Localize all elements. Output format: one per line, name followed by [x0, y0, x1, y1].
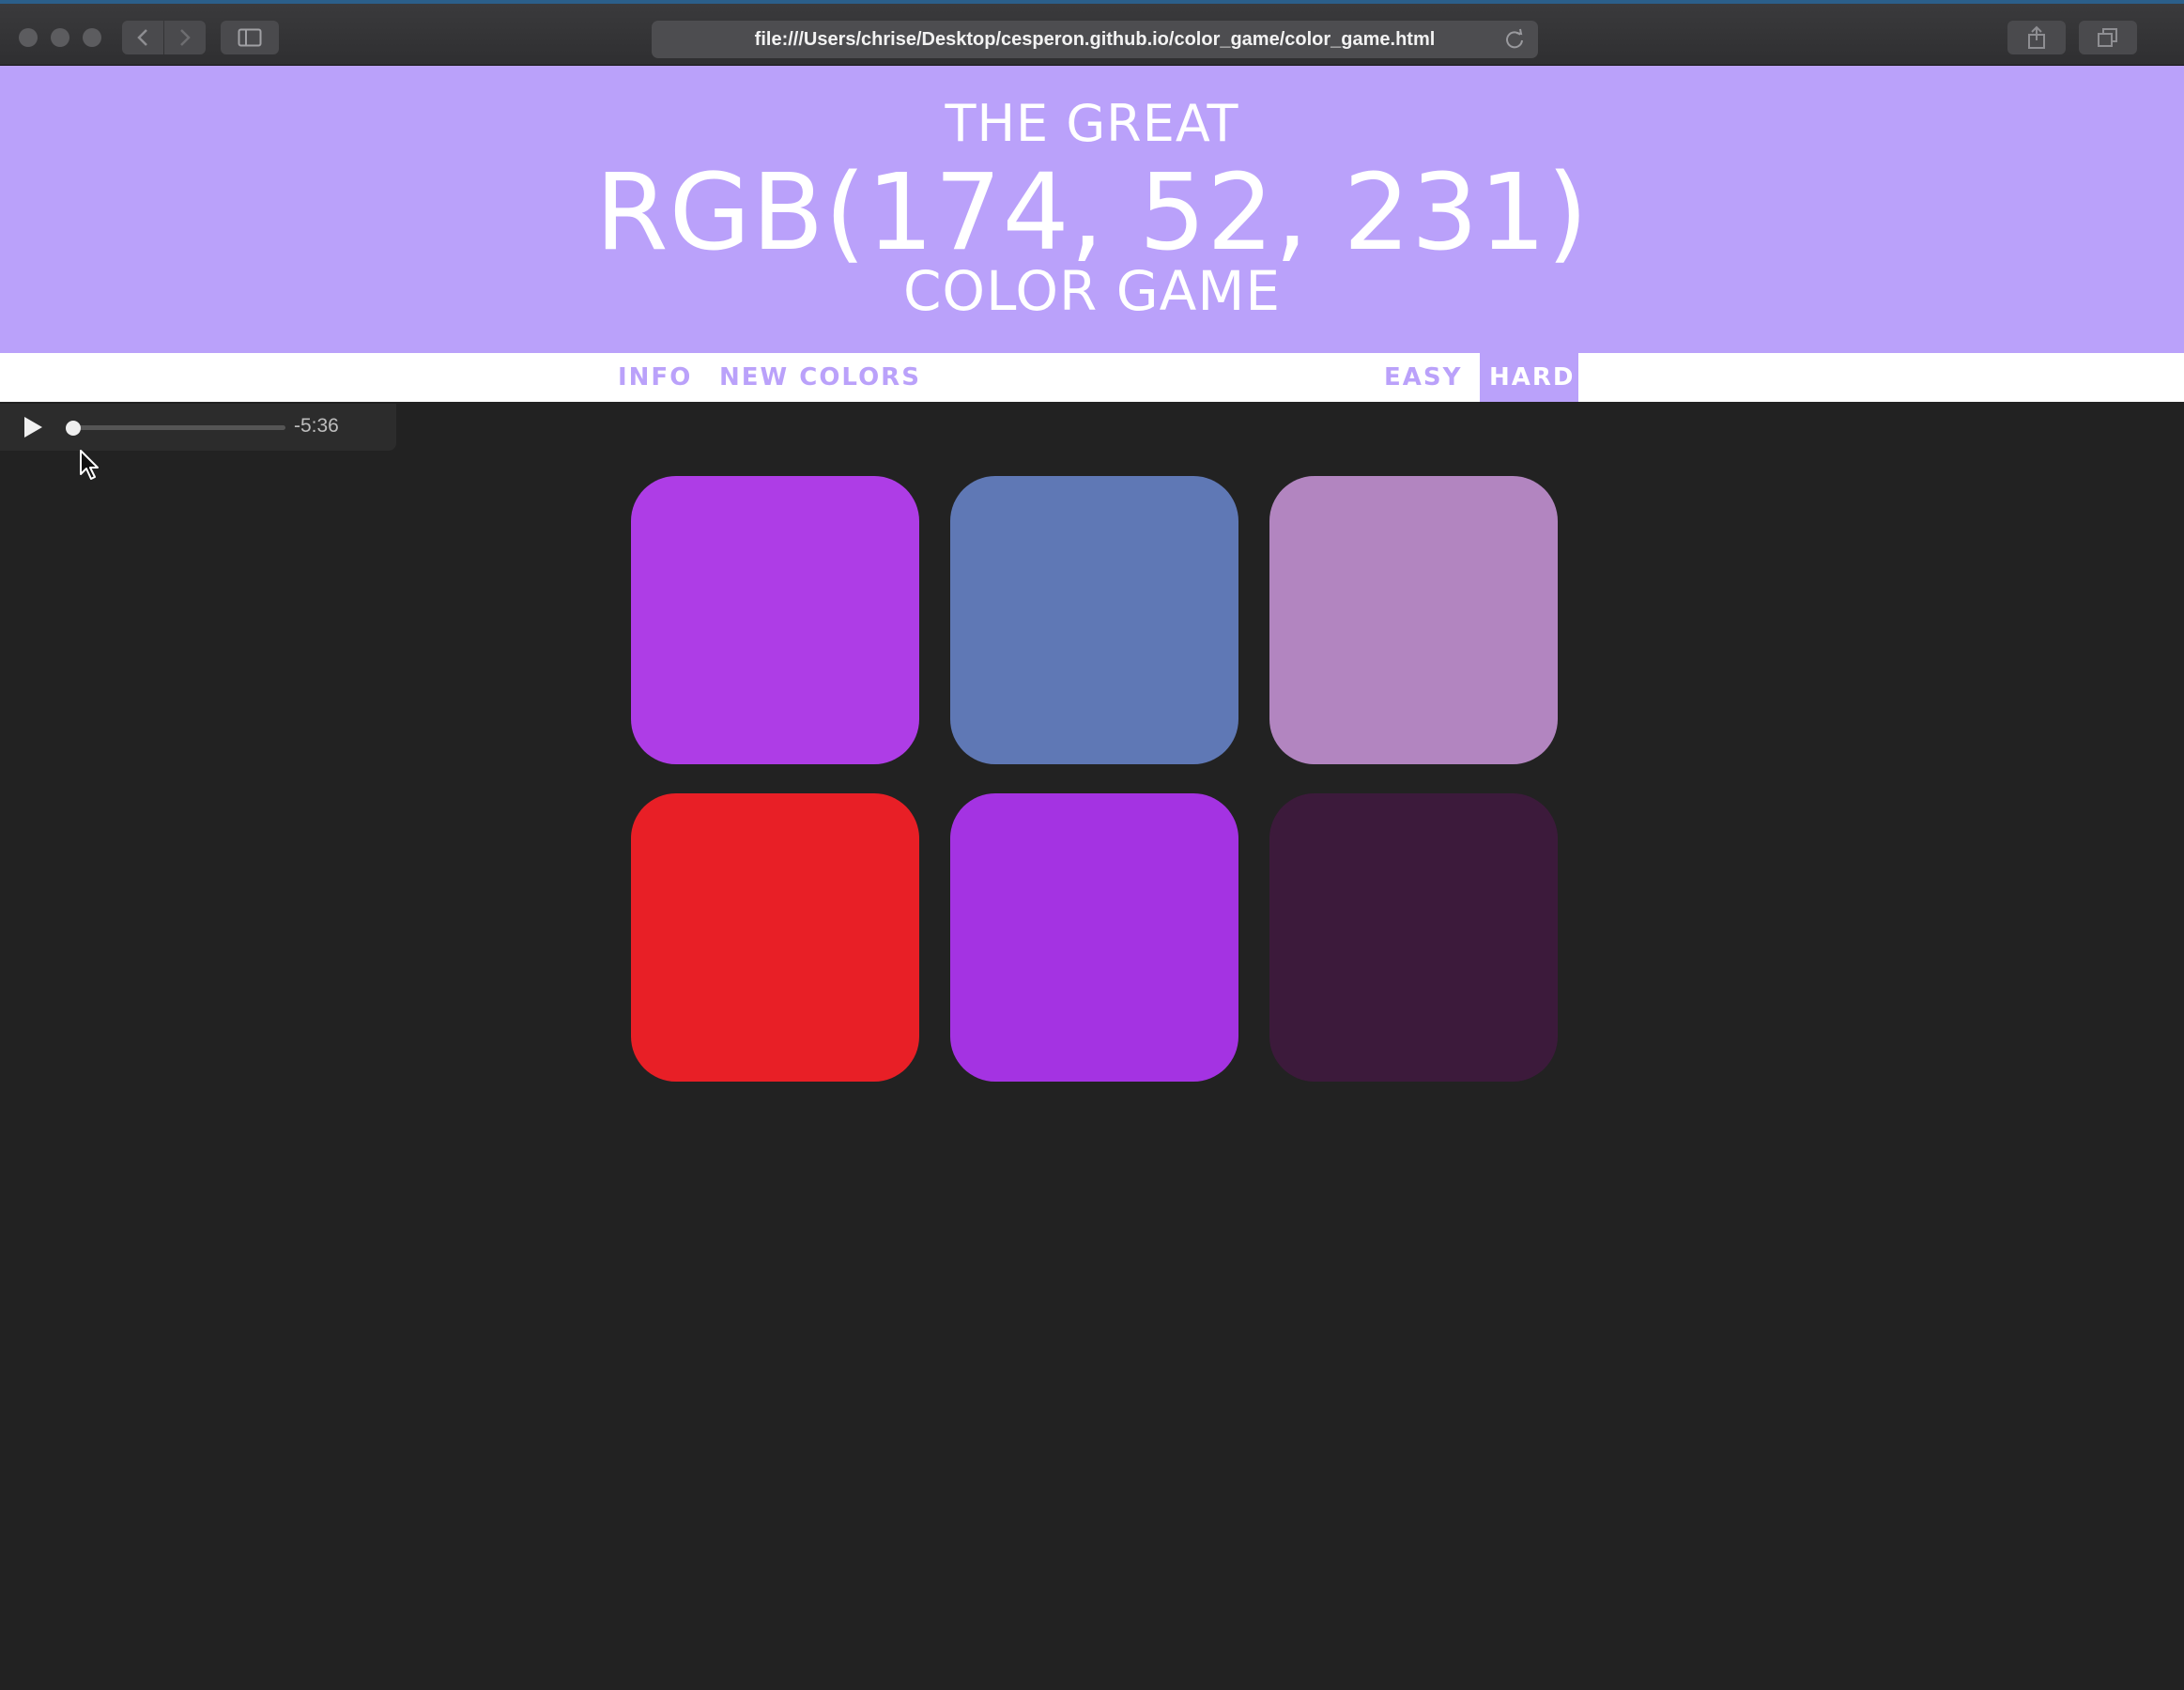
controls-stripe: INFO NEW COLORS EASY HARD	[0, 353, 2184, 402]
browser-toolbar: file:///Users/chrise/Desktop/cesperon.gi…	[0, 0, 2184, 66]
forward-button[interactable]	[164, 21, 206, 54]
color-square[interactable]	[950, 476, 1238, 764]
mouse-cursor-icon	[80, 450, 99, 480]
tabs-icon	[2098, 28, 2117, 47]
chevron-left-icon	[137, 29, 147, 46]
chevron-right-icon	[180, 29, 191, 46]
share-icon	[2028, 25, 2045, 49]
rgb-display: RGB(174, 52, 231)	[594, 152, 1590, 274]
play-icon[interactable]	[23, 416, 43, 438]
header-line3: COLOR GAME	[902, 259, 1282, 323]
easy-mode-button[interactable]: EASY	[1373, 353, 1473, 402]
address-bar[interactable]: file:///Users/chrise/Desktop/cesperon.gi…	[652, 21, 1538, 58]
color-square[interactable]	[631, 793, 919, 1082]
header-line1: THE GREAT	[945, 94, 1239, 153]
browser-window: file:///Users/chrise/Desktop/cesperon.gi…	[0, 0, 2184, 1690]
game-header: THE GREAT RGB(174, 52, 231) COLOR GAME	[0, 66, 2184, 353]
color-square[interactable]	[1269, 476, 1558, 764]
new-colors-button[interactable]: NEW COLORS	[708, 353, 932, 402]
audio-progress-track[interactable]	[71, 425, 285, 430]
reload-icon[interactable]	[1504, 28, 1525, 51]
color-square[interactable]	[631, 476, 919, 764]
color-square[interactable]	[950, 793, 1238, 1082]
info-button[interactable]: INFO	[607, 353, 703, 402]
audio-progress-knob[interactable]	[66, 421, 81, 436]
audio-player: -5:36	[0, 404, 396, 451]
close-window-button[interactable]	[19, 28, 38, 47]
minimize-window-button[interactable]	[51, 28, 69, 47]
url-text: file:///Users/chrise/Desktop/cesperon.gi…	[754, 28, 1436, 50]
color-square[interactable]	[1269, 793, 1558, 1082]
back-button[interactable]	[122, 21, 163, 54]
sidebar-toggle-button[interactable]	[221, 21, 279, 54]
audio-time-remaining: -5:36	[294, 415, 339, 437]
color-squares-grid	[631, 476, 1558, 1082]
hard-mode-button[interactable]: HARD	[1480, 353, 1578, 402]
zoom-window-button[interactable]	[83, 28, 101, 47]
tabs-overview-button[interactable]	[2079, 21, 2137, 54]
share-button[interactable]	[2007, 21, 2066, 54]
sidebar-icon	[238, 28, 262, 47]
